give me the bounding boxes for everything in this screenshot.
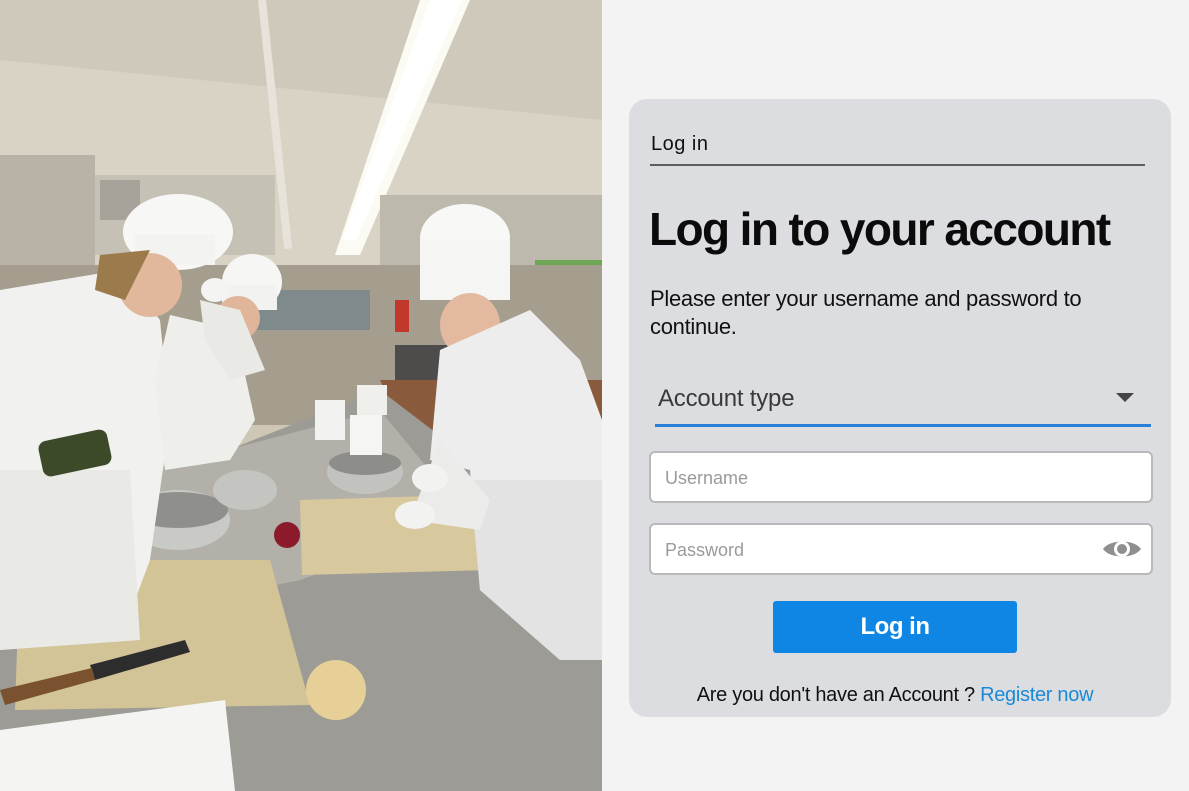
register-row: Are you don't have an Account ? Register… <box>629 684 1161 707</box>
username-field-container <box>649 451 1153 503</box>
username-input[interactable] <box>663 453 1097 503</box>
login-instructions: Please enter your username and password … <box>650 286 1082 339</box>
chevron-down-icon <box>1116 393 1134 402</box>
login-button[interactable]: Log in <box>773 601 1017 653</box>
login-card: Log in Log in to your account Please ent… <box>629 99 1171 717</box>
account-type-value: Account type <box>658 385 795 412</box>
account-type-select[interactable]: Account type <box>655 377 1151 427</box>
eye-icon[interactable] <box>1101 536 1143 562</box>
register-link[interactable]: Register now <box>980 684 1093 706</box>
login-page: Log in Log in to your account Please ent… <box>0 0 1189 791</box>
password-field-container <box>649 523 1153 575</box>
tab-underline <box>650 164 1145 166</box>
kitchen-photo <box>0 0 602 791</box>
page-title: Log in to your account <box>649 203 1111 255</box>
tab-login[interactable]: Log in <box>651 133 1145 156</box>
register-prompt: Are you don't have an Account ? <box>696 684 975 706</box>
password-input[interactable] <box>663 525 1097 575</box>
